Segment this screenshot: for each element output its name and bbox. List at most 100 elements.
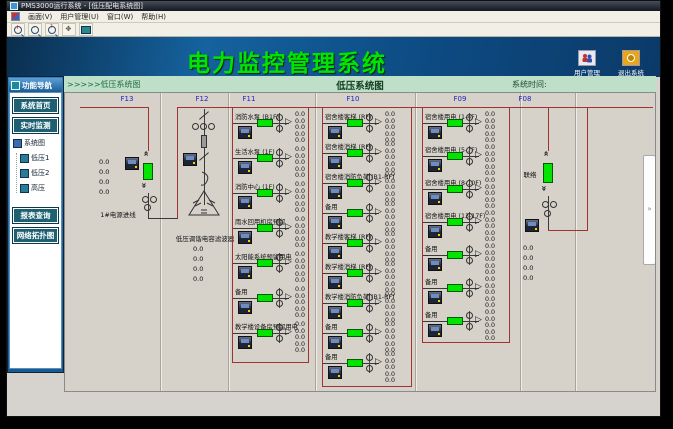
tree-leaf[interactable]: 低压2 [20, 168, 60, 178]
breaker[interactable] [347, 359, 363, 367]
tree-node-system-diagram[interactable]: 系统图 [13, 138, 60, 148]
sidebar-item-report-query[interactable]: 报表查询 [13, 208, 58, 223]
breaker[interactable] [347, 269, 363, 277]
feeder-header-f08[interactable]: F08 [507, 95, 543, 103]
breaker[interactable] [257, 119, 273, 127]
feeder-row: 备用 0.0 0.0 0.0 0.0 0.0 [323, 351, 411, 381]
meter-icon[interactable] [428, 159, 442, 172]
meter-icon[interactable] [428, 225, 442, 238]
breaker[interactable] [257, 294, 273, 302]
feeder-header-f10[interactable]: F10 [335, 95, 371, 103]
column-divider [520, 93, 521, 392]
meter-icon[interactable] [428, 258, 442, 271]
load-arrow-icon [475, 250, 482, 259]
meter-icon[interactable] [328, 336, 342, 349]
system-time-label: 系统时间: [512, 79, 547, 90]
meter-icon[interactable] [328, 246, 342, 259]
breaker[interactable] [447, 185, 463, 193]
meter-icon[interactable] [328, 186, 342, 199]
ct-icon [369, 323, 370, 343]
feeder-measurements: 0.0 0.0 0.0 0.0 0.0 [485, 277, 495, 310]
breaker[interactable] [257, 154, 273, 162]
breaker[interactable] [447, 317, 463, 325]
feeder-rows-f09: 宿舍楼用电 (1-4F) 0.0 0.0 0.0 0.0 0.0 宿舍楼用电 (… [423, 108, 509, 342]
pan-icon[interactable]: ✥ [62, 23, 76, 36]
zoom-in-icon[interactable] [11, 23, 25, 36]
nav-icon [11, 81, 20, 90]
sidebar-item-home[interactable]: 系统首页 [13, 98, 58, 113]
menu-item[interactable]: 窗口(W) [107, 12, 133, 22]
meter-icon[interactable] [328, 276, 342, 289]
breaker[interactable] [347, 209, 363, 217]
meter-icon[interactable] [328, 366, 342, 379]
meter-icon[interactable] [428, 192, 442, 205]
menu-item[interactable]: 用户管理(U) [60, 12, 99, 22]
feeder-row: 宿舍楼客梯 (RF) 0.0 0.0 0.0 0.0 0.0 [323, 111, 411, 141]
meter-icon[interactable] [428, 126, 442, 139]
feeder-measurements: 0.0 0.0 0.0 0.0 0.0 [485, 145, 495, 178]
tie-breaker-f08[interactable] [543, 163, 553, 183]
breaker[interactable] [347, 179, 363, 187]
breaker[interactable] [257, 259, 273, 267]
meter-icon[interactable] [238, 231, 252, 244]
breaker[interactable] [347, 119, 363, 127]
meter-icon[interactable] [238, 126, 252, 139]
ct-icon [369, 293, 370, 313]
load-arrow-icon [375, 178, 382, 187]
menu-item[interactable]: 画面(V) [28, 12, 52, 22]
hook-symbol [199, 171, 211, 187]
tree-leaf[interactable]: 低压1 [20, 153, 60, 163]
column-divider [160, 93, 161, 392]
feeder-header-f09[interactable]: F09 [442, 95, 478, 103]
breaker[interactable] [347, 299, 363, 307]
zoom-out-icon[interactable] [28, 23, 42, 36]
meter-icon[interactable] [238, 336, 252, 349]
feeder-header-f12[interactable]: F12 [184, 95, 220, 103]
breaker[interactable] [257, 224, 273, 232]
feeder-row: 宿舍楼用电 (5-7F) 0.0 0.0 0.0 0.0 0.0 [423, 144, 509, 177]
app-icon [10, 2, 18, 10]
meter-icon[interactable] [238, 301, 252, 314]
breaker[interactable] [447, 218, 463, 226]
fullscreen-icon[interactable] [79, 23, 93, 36]
breaker[interactable] [447, 119, 463, 127]
breaker[interactable] [447, 152, 463, 160]
diagram-icon [13, 139, 22, 148]
ct-icon [369, 353, 370, 373]
meter-icon[interactable] [428, 324, 442, 337]
breaker[interactable] [347, 149, 363, 157]
breaker[interactable] [347, 239, 363, 247]
panel-scrollbar[interactable]: » [643, 155, 656, 265]
meter-icon[interactable] [238, 196, 252, 209]
sidebar-item-realtime-monitor[interactable]: 实时监测 [13, 118, 58, 133]
bus-riser [177, 107, 178, 219]
breaker[interactable] [447, 284, 463, 292]
zoom-query-icon[interactable] [45, 23, 59, 36]
meter-icon[interactable] [428, 291, 442, 304]
meter-icon[interactable] [328, 156, 342, 169]
meter-icon[interactable] [328, 306, 342, 319]
breaker[interactable] [347, 329, 363, 337]
feeder-row: 宿舍楼用电 (13-17F) 0.0 0.0 0.0 0.0 0.0 [423, 210, 509, 243]
meter-icon[interactable] [525, 219, 539, 232]
user-management-button[interactable]: 用户管理 [567, 50, 607, 77]
tree-leaf[interactable]: 高压 [20, 183, 60, 193]
feeder-label: 备用 [425, 244, 438, 253]
meter-icon[interactable] [328, 126, 342, 139]
exit-system-button[interactable]: 退出系统 [611, 50, 651, 77]
feeder-header-f13[interactable]: F13 [109, 95, 145, 103]
breaker[interactable] [257, 329, 273, 337]
feeder-rows-f11: 消防水泵 (B1F) 0.0 0.0 0.0 0.0 0.0 生活水泵 (1F)… [233, 108, 308, 356]
meter-icon[interactable] [238, 161, 252, 174]
meter-icon[interactable] [238, 266, 252, 279]
incoming-breaker-f13[interactable] [143, 163, 153, 180]
breaker[interactable] [447, 251, 463, 259]
meter-icon[interactable] [328, 216, 342, 229]
feeder-header-f11[interactable]: F11 [231, 95, 267, 103]
sidebar-item-network-topology[interactable]: 网络拓扑图 [13, 228, 58, 243]
meter-icon[interactable] [125, 157, 139, 170]
breaker[interactable] [257, 189, 273, 197]
meter-icon[interactable] [183, 153, 197, 166]
racking-arrow-down [140, 183, 149, 189]
menu-item[interactable]: 帮助(H) [141, 12, 166, 22]
